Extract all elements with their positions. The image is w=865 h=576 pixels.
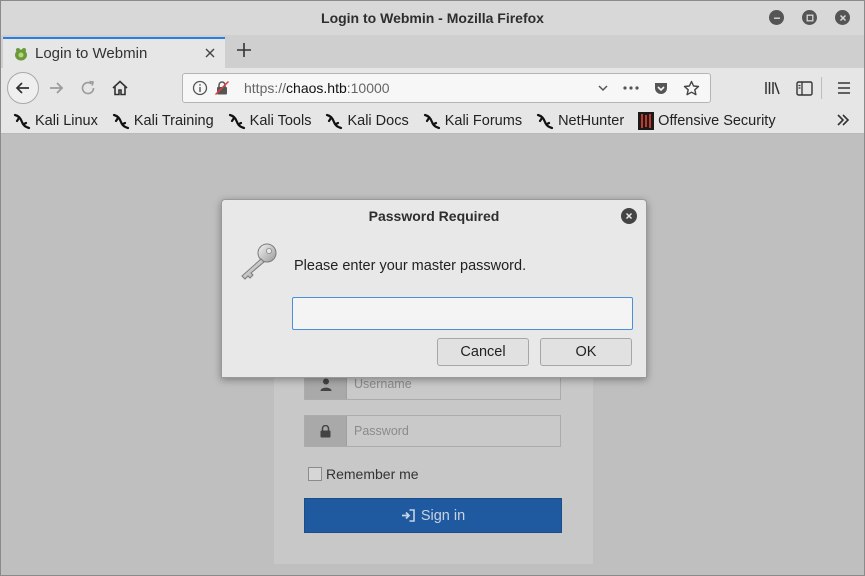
back-button[interactable] [7, 72, 39, 104]
tab-login-to-webmin[interactable]: Login to Webmin [3, 37, 225, 68]
kali-dragon-icon [326, 113, 343, 129]
key-icon [241, 243, 277, 280]
chevron-down-icon[interactable] [597, 82, 609, 94]
new-tab-button[interactable] [234, 39, 254, 63]
webmin-login-panel: Username Password Remember me Sign in [274, 368, 593, 564]
more-actions-icon[interactable] [623, 85, 639, 91]
kali-dragon-icon [112, 113, 129, 129]
url-text[interactable]: https://chaos.htb:10000 [244, 80, 597, 96]
bookmarks-toolbar: Kali Linux Kali Training Kali Tools Kali… [1, 108, 864, 134]
tab-bar: Login to Webmin [1, 35, 864, 68]
url-host: chaos.htb [286, 80, 347, 96]
bookmark-label: Kali Linux [35, 112, 98, 129]
forward-button[interactable] [45, 77, 67, 99]
pocket-icon[interactable] [653, 80, 669, 96]
toolbar-separator [821, 77, 822, 99]
bookmark-offensive-security[interactable]: Offensive Security [638, 111, 776, 130]
forward-arrow-icon [50, 82, 64, 94]
window-controls [769, 10, 850, 25]
kali-dragon-icon [13, 113, 31, 129]
bookmark-label: NetHunter [558, 112, 625, 129]
firefox-window: Login to Webmin - Mozilla Firefox Login … [0, 0, 865, 576]
library-button[interactable] [762, 77, 784, 99]
sign-in-button[interactable]: Sign in [304, 498, 562, 533]
bookmarks-overflow-button[interactable] [836, 111, 850, 132]
bookmark-kali-forums[interactable]: Kali Forums [423, 112, 522, 130]
url-bar[interactable]: https://chaos.htb:10000 [182, 73, 711, 103]
bookmark-label: Kali Training [133, 112, 214, 129]
navigation-bar: https://chaos.htb:10000 [1, 68, 864, 108]
menu-button[interactable] [833, 77, 855, 99]
lock-icon [305, 416, 347, 446]
url-scheme: https:// [244, 80, 287, 96]
bookmark-star-icon[interactable] [683, 80, 700, 97]
bookmark-kali-docs[interactable]: Kali Docs [325, 112, 409, 130]
password-field[interactable]: Password [304, 415, 561, 447]
bookmark-kali-tools[interactable]: Kali Tools [228, 112, 312, 130]
remember-me-option[interactable]: Remember me [308, 466, 419, 482]
reload-icon [81, 80, 95, 95]
insecure-lock-icon[interactable] [214, 80, 230, 96]
info-icon[interactable] [192, 80, 208, 96]
kali-dragon-icon [228, 113, 245, 129]
sidebar-icon [795, 80, 813, 96]
close-window-button[interactable] [835, 10, 850, 25]
tab-close-icon[interactable] [203, 47, 217, 61]
remember-me-label: Remember me [326, 466, 419, 482]
minimize-button[interactable] [769, 10, 784, 25]
sidebar-button[interactable] [793, 77, 815, 99]
password-required-dialog: Password Required Please enter your mast… [221, 199, 647, 378]
hamburger-menu-icon [838, 82, 850, 94]
close-icon [625, 212, 633, 220]
bookmark-label: Kali Tools [249, 112, 312, 129]
dialog-title: Password Required [368, 208, 500, 224]
bookmark-kali-training[interactable]: Kali Training [112, 112, 214, 130]
tab-label: Login to Webmin [35, 45, 148, 62]
kali-dragon-icon [536, 113, 554, 129]
reload-button[interactable] [77, 77, 99, 99]
dialog-close-button[interactable] [621, 208, 637, 224]
dialog-message: Please enter your master password. [294, 258, 527, 274]
offsec-icon [638, 111, 655, 130]
url-port: :10000 [346, 80, 390, 96]
sign-in-label: Sign in [420, 507, 466, 524]
home-icon [112, 80, 128, 96]
webmin-favicon-icon [15, 47, 27, 60]
kali-dragon-icon [423, 113, 440, 129]
home-button[interactable] [109, 77, 131, 99]
bookmark-label: Offensive Security [658, 112, 776, 129]
master-password-input[interactable] [292, 297, 633, 330]
window-title: Login to Webmin - Mozilla Firefox [321, 10, 544, 26]
remember-me-checkbox[interactable] [308, 467, 322, 481]
maximize-button[interactable] [802, 10, 817, 25]
title-bar: Login to Webmin - Mozilla Firefox [1, 1, 864, 35]
password-placeholder: Password [354, 424, 409, 438]
bookmark-nethunter[interactable]: NetHunter [536, 112, 624, 130]
back-arrow-icon [15, 82, 29, 94]
ok-button[interactable]: OK [540, 338, 632, 366]
bookmark-kali-linux[interactable]: Kali Linux [13, 112, 98, 130]
sign-in-icon [401, 509, 415, 522]
library-icon [765, 82, 780, 95]
double-chevron-right-icon [837, 114, 850, 126]
bookmark-label: Kali Forums [444, 112, 523, 129]
cancel-button[interactable]: Cancel [437, 338, 529, 366]
url-actions [597, 80, 700, 97]
bookmark-label: Kali Docs [347, 112, 409, 129]
